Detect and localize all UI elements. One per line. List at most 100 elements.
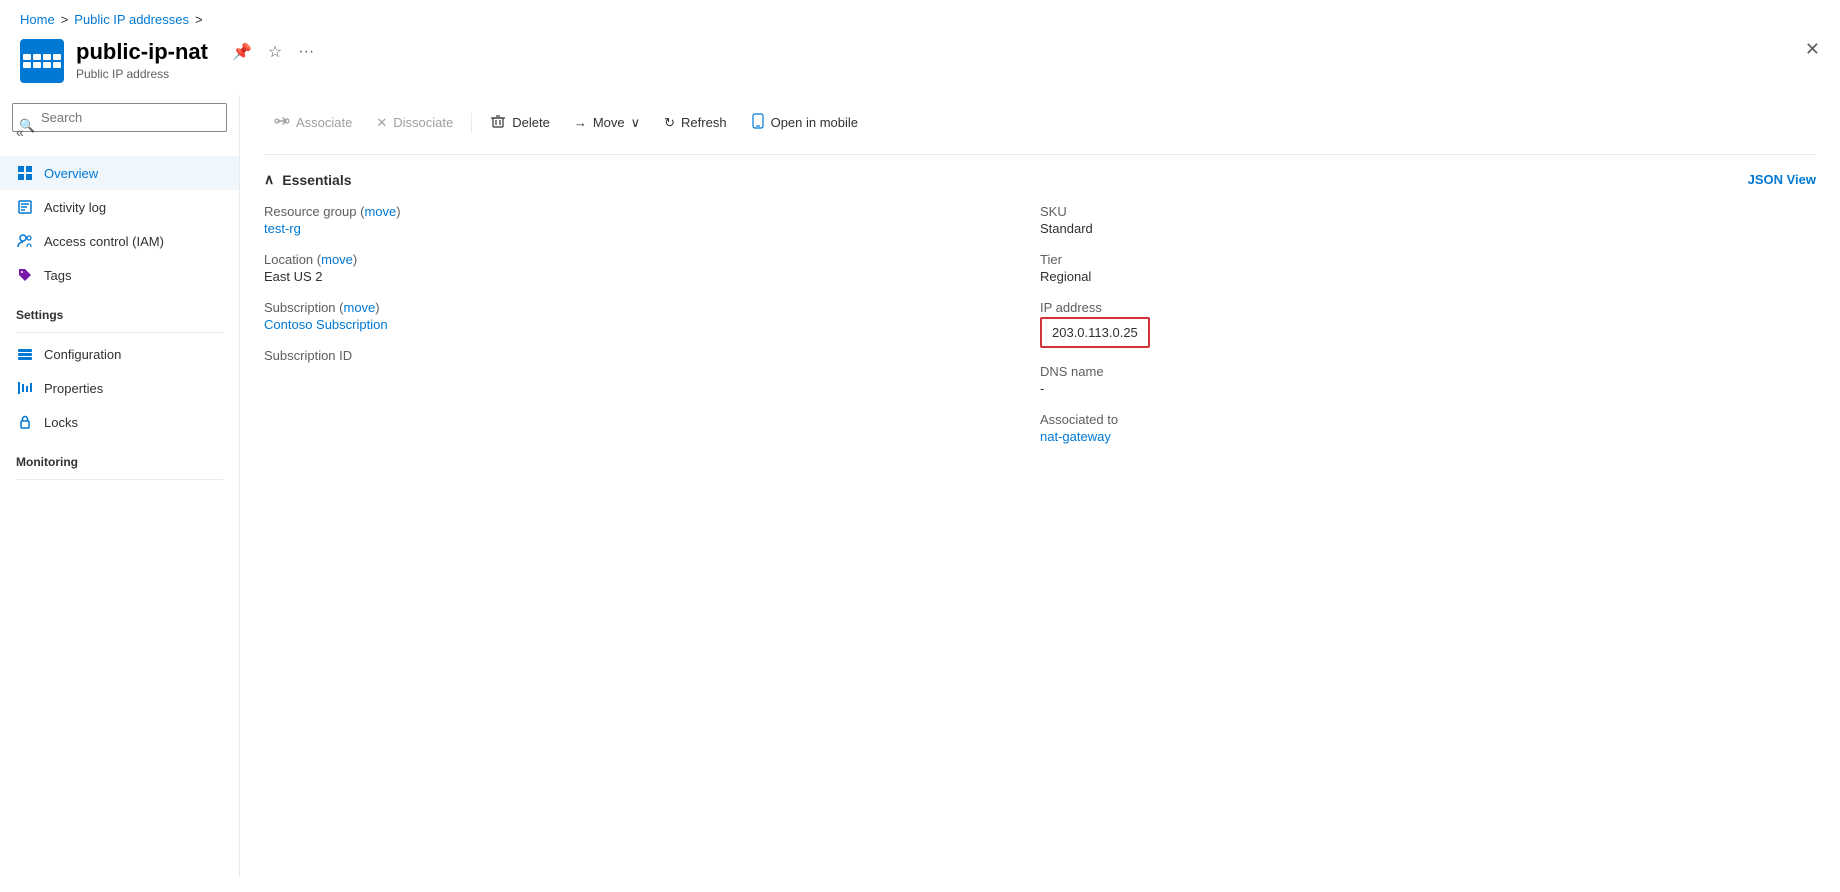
sku-value: Standard: [1040, 221, 1816, 236]
associate-label: Associate: [296, 115, 352, 130]
sku-label: SKU: [1040, 204, 1816, 219]
breadcrumb-sep1: >: [61, 12, 69, 27]
location-field: Location (move) East US 2: [264, 252, 1040, 284]
resource-group-label: Resource group (move): [264, 204, 1040, 219]
search-container: 🔍 «: [12, 103, 227, 148]
open-mobile-button[interactable]: Open in mobile: [741, 107, 868, 138]
section-header: ∧ Essentials JSON View: [264, 171, 1816, 188]
subscription-id-field: Subscription ID: [264, 348, 1040, 365]
dns-name-field: DNS name -: [1040, 364, 1816, 396]
pin-button[interactable]: 📌: [228, 40, 256, 64]
sidebar-item-overview[interactable]: Overview: [0, 156, 239, 190]
essentials-left-col: Resource group (move) test-rg Location (…: [264, 204, 1040, 460]
resource-group-value[interactable]: test-rg: [264, 221, 1040, 236]
dissociate-button[interactable]: ✕ Dissociate: [366, 109, 463, 137]
subscription-field: Subscription (move) Contoso Subscription: [264, 300, 1040, 332]
location-value: East US 2: [264, 269, 1040, 284]
ip-address-field: IP address 203.0.113.0.25: [1040, 300, 1816, 348]
essentials-grid: Resource group (move) test-rg Location (…: [264, 204, 1816, 460]
tier-field: Tier Regional: [1040, 252, 1816, 284]
location-move-link[interactable]: move: [321, 252, 353, 267]
refresh-label: Refresh: [681, 115, 727, 130]
delete-label: Delete: [512, 115, 550, 130]
monitoring-section-title: Monitoring: [0, 439, 239, 475]
sidebar-item-locks[interactable]: Locks: [0, 405, 239, 439]
breadcrumb: Home > Public IP addresses >: [0, 0, 1840, 35]
sidebar-item-tags[interactable]: Tags: [0, 258, 239, 292]
toolbar-separator-1: [471, 113, 472, 133]
more-button[interactable]: ···: [294, 41, 318, 63]
toolbar: Associate ✕ Dissociate Delete → Move ∨ ↻: [264, 95, 1816, 155]
page-header: public-ip-nat 📌 ☆ ··· Public IP address …: [0, 35, 1840, 95]
dissociate-label: Dissociate: [393, 115, 453, 130]
location-label: Location (move): [264, 252, 1040, 267]
refresh-icon: ↻: [664, 115, 675, 131]
ip-address-value: 203.0.113.0.25: [1052, 325, 1138, 340]
subscription-id-label: Subscription ID: [264, 348, 1040, 363]
breadcrumb-home[interactable]: Home: [20, 12, 55, 27]
open-mobile-label: Open in mobile: [771, 115, 858, 130]
sidebar-item-locks-label: Locks: [44, 415, 78, 430]
sidebar-item-activity-log[interactable]: Activity log: [0, 190, 239, 224]
sidebar-item-access-control[interactable]: Access control (IAM): [0, 224, 239, 258]
dissociate-icon: ✕: [376, 115, 387, 131]
move-label: Move: [593, 115, 625, 130]
locks-icon: [16, 413, 34, 431]
close-button[interactable]: ✕: [1805, 39, 1820, 60]
activity-log-icon: [16, 198, 34, 216]
sidebar-item-tags-label: Tags: [44, 268, 71, 283]
essentials-collapse-icon[interactable]: ∧: [264, 171, 274, 188]
essentials-title: Essentials: [282, 172, 351, 188]
sidebar-item-properties-label: Properties: [44, 381, 103, 396]
mobile-icon: [751, 113, 765, 132]
associate-button[interactable]: Associate: [264, 107, 362, 138]
resource-icon: [20, 39, 64, 83]
sidebar-item-configuration-label: Configuration: [44, 347, 121, 362]
breadcrumb-public-ip[interactable]: Public IP addresses: [74, 12, 189, 27]
associated-to-value[interactable]: nat-gateway: [1040, 429, 1816, 444]
sidebar-item-properties[interactable]: Properties: [0, 371, 239, 405]
dns-name-label: DNS name: [1040, 364, 1816, 379]
properties-icon: [16, 379, 34, 397]
move-icon: →: [574, 115, 587, 130]
sidebar-item-overview-label: Overview: [44, 166, 98, 181]
associate-icon: [274, 113, 290, 132]
page-title: public-ip-nat 📌 ☆ ···: [76, 39, 318, 65]
breadcrumb-sep2: >: [195, 12, 203, 27]
move-dropdown-icon: ∨: [631, 115, 641, 131]
settings-divider: [16, 332, 223, 333]
sidebar-item-configuration[interactable]: Configuration: [0, 337, 239, 371]
delete-button[interactable]: Delete: [480, 107, 560, 138]
resource-group-field: Resource group (move) test-rg: [264, 204, 1040, 236]
sidebar-item-activity-log-label: Activity log: [44, 200, 106, 215]
configuration-icon: [16, 345, 34, 363]
access-control-icon: [16, 232, 34, 250]
refresh-button[interactable]: ↻ Refresh: [654, 109, 736, 137]
associated-to-field: Associated to nat-gateway: [1040, 412, 1816, 444]
settings-section-title: Settings: [0, 292, 239, 328]
subscription-move-link[interactable]: move: [344, 300, 376, 315]
sidebar: 🔍 « Overview Activity log Access control…: [0, 95, 240, 877]
delete-icon: [490, 113, 506, 132]
tier-value: Regional: [1040, 269, 1816, 284]
search-input[interactable]: [12, 103, 227, 132]
ip-address-label: IP address: [1040, 300, 1816, 315]
overview-icon: [16, 164, 34, 182]
resource-group-move-link[interactable]: move: [364, 204, 396, 219]
dns-name-value: -: [1040, 381, 1816, 396]
move-button[interactable]: → Move ∨: [564, 109, 650, 137]
essentials-right-col: SKU Standard Tier Regional IP address 20…: [1040, 204, 1816, 460]
sku-field: SKU Standard: [1040, 204, 1816, 236]
subscription-label: Subscription (move): [264, 300, 1040, 315]
main-content: Associate ✕ Dissociate Delete → Move ∨ ↻: [240, 95, 1840, 877]
tier-label: Tier: [1040, 252, 1816, 267]
subscription-value[interactable]: Contoso Subscription: [264, 317, 1040, 332]
collapse-sidebar-button[interactable]: «: [16, 124, 24, 140]
monitoring-divider: [16, 479, 223, 480]
essentials-section: ∧ Essentials JSON View Resource group (m…: [264, 171, 1816, 460]
associated-to-label: Associated to: [1040, 412, 1816, 427]
favorite-button[interactable]: ☆: [264, 40, 286, 64]
sidebar-item-access-control-label: Access control (IAM): [44, 234, 164, 249]
json-view-link[interactable]: JSON View: [1748, 172, 1816, 187]
tags-icon: [16, 266, 34, 284]
